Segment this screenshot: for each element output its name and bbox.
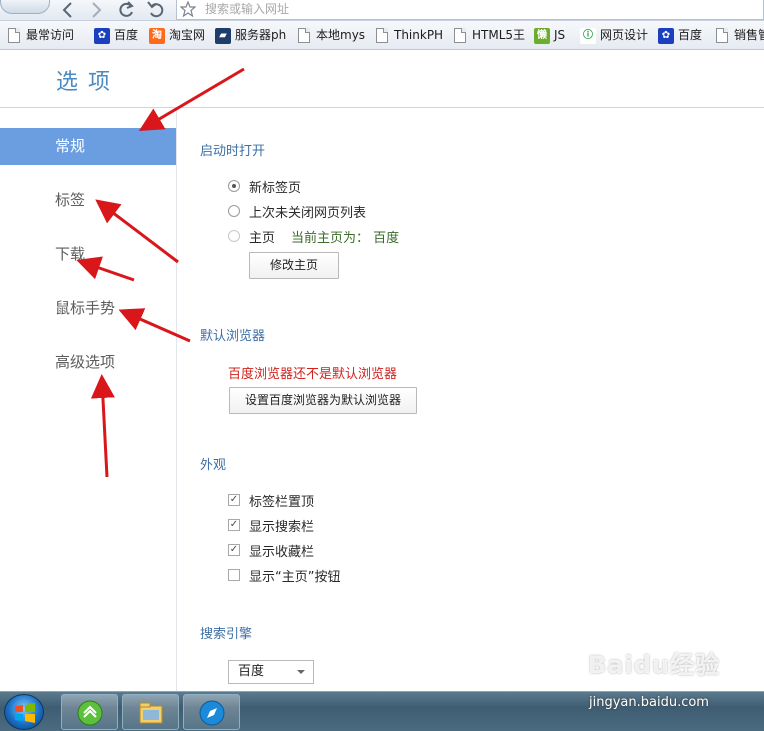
option-label: 主页 [249, 230, 276, 246]
startup-option-last-session[interactable]: 上次未关闭网页列表 [228, 202, 367, 221]
appearance-option-bookmarks-bar[interactable]: ✓ 显示收藏栏 [228, 541, 315, 560]
web-icon: ⓘ [580, 27, 596, 44]
taskbar-app-button[interactable] [183, 694, 240, 730]
bookmark-item[interactable]: 懒 JS [534, 27, 565, 44]
taskbar-app-button[interactable] [61, 694, 118, 730]
appearance-option-tabbar-top[interactable]: ✓ 标签栏置顶 [228, 491, 315, 510]
options-sidebar: 常规 标签 下载 鼠标手势 高级选项 [0, 108, 177, 691]
refresh-icon [119, 1, 134, 17]
bookmark-item[interactable]: HTML5王 [452, 27, 525, 44]
current-home-note: 当前主页为： 百度 [291, 230, 400, 246]
radio-button[interactable] [228, 230, 240, 242]
bookmark-item[interactable]: 最常访问 [6, 27, 74, 44]
taobao-icon: 淘 [149, 27, 165, 44]
browser-toolbar [0, 0, 764, 21]
bookmark-label: 百度 [678, 28, 703, 42]
browser-icon [199, 700, 225, 726]
appearance-option-search-bar[interactable]: ✓ 显示搜索栏 [228, 516, 315, 535]
bookmark-label: 网页设计 [600, 28, 649, 42]
page-icon [376, 28, 388, 43]
taskbar-app-button[interactable] [122, 694, 179, 730]
bookmark-star-icon[interactable] [180, 1, 196, 17]
option-label: 新标签页 [249, 180, 302, 196]
bookmark-item[interactable]: 销售管 [714, 27, 764, 44]
start-button[interactable] [4, 694, 44, 730]
checkbox[interactable]: ✓ [228, 494, 240, 506]
chevron-right-icon [92, 2, 102, 18]
bookmark-item[interactable]: ▰ 服务器ph [215, 27, 286, 44]
bookmark-label: 淘宝网 [169, 28, 206, 42]
sidebar-item-downloads[interactable]: 下载 [0, 236, 176, 273]
bookmark-item[interactable]: 淘淘宝网 [149, 27, 205, 44]
page-title: 选项 [56, 70, 121, 95]
modify-home-button[interactable]: 修改主页 [249, 252, 339, 279]
sidebar-item-general[interactable]: 常规 [0, 128, 176, 165]
address-input[interactable] [205, 1, 745, 17]
bookmark-label: JS [554, 28, 566, 42]
set-default-browser-button[interactable]: 设置百度浏览器为默认浏览器 [229, 387, 417, 414]
option-label: 上次未关闭网页列表 [249, 205, 367, 221]
bookmark-label: 最常访问 [26, 28, 75, 42]
bookmark-label: ThinkPH [394, 28, 444, 42]
radio-button[interactable] [228, 205, 240, 217]
bookmark-item[interactable]: ThinkPH [374, 27, 443, 44]
startup-option-new-tab[interactable]: 新标签页 [228, 177, 302, 196]
chevron-down-icon [297, 670, 305, 674]
search-engine-select[interactable]: 百度 [228, 660, 314, 684]
address-bar[interactable] [176, 0, 764, 20]
lazy-icon: 懒 [534, 27, 550, 44]
bookmark-label: HTML5王 [472, 28, 526, 42]
green-refresh-icon [77, 700, 103, 726]
bookmark-label: 服务器ph [235, 28, 287, 42]
checkbox[interactable]: ✓ [228, 544, 240, 556]
forward-button[interactable] [84, 0, 108, 20]
option-label: 显示收藏栏 [249, 544, 315, 560]
default-browser-warning: 百度浏览器还不是默认浏览器 [228, 367, 398, 382]
chevron-left-icon [62, 2, 72, 18]
sidebar-item-tabs[interactable]: 标签 [0, 182, 176, 219]
back-button[interactable] [56, 0, 80, 20]
radio-button[interactable] [228, 180, 240, 192]
bookmark-label: 本地mys [316, 28, 366, 42]
bookmark-item[interactable]: ⓘ 网页设计 [580, 27, 648, 44]
bookmark-item[interactable]: ✿ 百度 [658, 27, 702, 44]
sidebar-item-advanced[interactable]: 高级选项 [0, 344, 176, 381]
server-icon: ▰ [215, 27, 231, 44]
page-icon [8, 28, 20, 43]
bookmark-item[interactable]: ✿ 百度 [94, 27, 138, 44]
bookmarks-bar: 最常访问 ✿ 百度 淘淘宝网 ▰ 服务器ph 本地mys ThinkPH HTML5… [0, 21, 764, 50]
refresh-button[interactable] [114, 0, 138, 20]
paw-icon: ✿ [658, 27, 674, 44]
search-engine-section-title: 搜索引擎 [200, 627, 253, 642]
options-content: 启动时打开 新标签页 上次未关闭网页列表 主页 当前主页为： 百度 修改主页 默… [177, 108, 764, 691]
folder-icon [139, 702, 163, 724]
startup-option-home[interactable]: 主页 当前主页为： 百度 [228, 227, 400, 246]
paw-icon: ✿ [94, 27, 110, 44]
baidu-watermark-url: jingyan.baidu.com [589, 695, 709, 710]
sidebar-item-mouse-gestures[interactable]: 鼠标手势 [0, 290, 176, 327]
checkbox[interactable]: ✓ [228, 519, 240, 531]
bookmark-label: 销售管 [734, 28, 764, 42]
default-browser-section-title: 默认浏览器 [200, 329, 266, 344]
bookmark-label: 百度 [114, 28, 139, 42]
option-label: 显示搜索栏 [249, 519, 315, 535]
page-icon [716, 28, 728, 43]
undo-close-button[interactable] [144, 0, 168, 20]
bookmark-item[interactable]: 本地mys [296, 27, 365, 44]
page-icon [454, 28, 466, 43]
checkbox[interactable] [228, 569, 240, 581]
windows-logo-icon [15, 703, 35, 723]
baidu-watermark: Baidu经验 [588, 651, 720, 679]
startup-section-title: 启动时打开 [200, 144, 266, 159]
browser-logo[interactable] [0, 0, 50, 14]
appearance-option-home-button[interactable]: 显示“主页”按钮 [228, 566, 341, 585]
search-engine-value: 百度 [238, 664, 265, 679]
undo-icon [147, 1, 164, 18]
appearance-section-title: 外观 [200, 458, 227, 473]
option-label: 标签栏置顶 [249, 494, 315, 510]
page-icon [298, 28, 310, 43]
option-label: 显示“主页”按钮 [249, 569, 341, 585]
